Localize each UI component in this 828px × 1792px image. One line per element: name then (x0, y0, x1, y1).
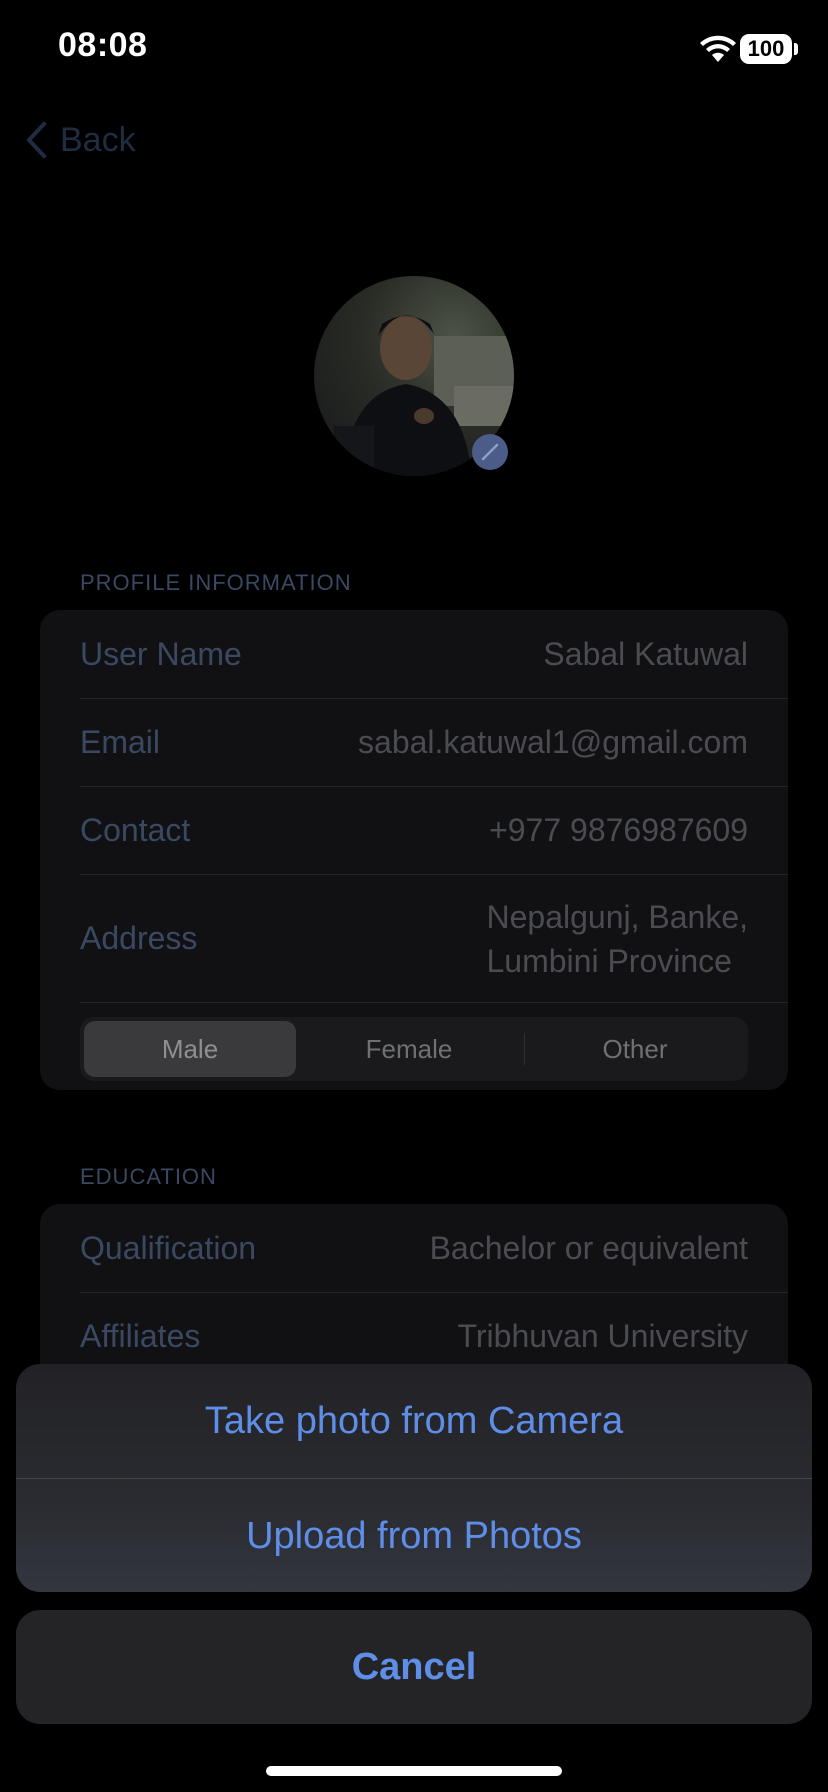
address-row[interactable]: Address Nepalgunj, Banke, Lumbini Provin… (80, 875, 788, 1002)
edit-photo-button[interactable] (472, 434, 508, 470)
battery-tip (794, 43, 798, 55)
chevron-left-icon (27, 122, 46, 158)
affiliates-value: Tribhuvan University (457, 1318, 748, 1354)
email-value: sabal.katuwal1@gmail.com (358, 724, 748, 760)
qualification-row[interactable]: Qualification Bachelor or equivalent (80, 1204, 788, 1292)
email-label: Email (80, 724, 161, 760)
username-row[interactable]: User Name Sabal Katuwal (80, 610, 788, 698)
gender-option-female[interactable]: Female (298, 1021, 520, 1077)
address-line-1: Nepalgunj, Banke, (486, 898, 748, 935)
back-label: Back (60, 120, 136, 159)
home-indicator (266, 1766, 562, 1776)
qualification-value: Bachelor or equivalent (429, 1229, 748, 1266)
username-label: User Name (80, 635, 242, 672)
username-value: Sabal Katuwal (543, 635, 748, 672)
photo-action-sheet: Take photo from Camera Upload from Photo… (16, 1364, 812, 1592)
profile-section-header: PROFILE INFORMATION (80, 570, 352, 595)
cancel-button[interactable]: Cancel (16, 1610, 812, 1724)
upload-photos-button[interactable]: Upload from Photos (16, 1479, 812, 1592)
divider (80, 1002, 788, 1003)
gender-option-male[interactable]: Male (84, 1021, 296, 1077)
address-value: Nepalgunj, Banke, Lumbini Province (486, 895, 748, 983)
back-button[interactable]: Back (24, 118, 136, 162)
qualification-label: Qualification (80, 1229, 257, 1266)
battery-indicator: 100 (740, 34, 792, 64)
status-time: 08:08 (58, 26, 148, 64)
gender-segmented-control: Male Female Other (80, 1017, 748, 1081)
address-line-2: Lumbini Province (486, 942, 732, 979)
address-label: Address (80, 920, 198, 956)
affiliates-label: Affiliates (80, 1318, 201, 1354)
segment-divider (524, 1033, 525, 1065)
email-row[interactable]: Email sabal.katuwal1@gmail.com (80, 699, 788, 786)
contact-value: +977 9876987609 (489, 812, 748, 848)
contact-row[interactable]: Contact +977 9876987609 (80, 787, 788, 874)
gender-option-other[interactable]: Other (526, 1021, 744, 1077)
education-section-header: EDUCATION (80, 1164, 217, 1189)
take-photo-button[interactable]: Take photo from Camera (16, 1364, 812, 1478)
pencil-icon (481, 443, 499, 461)
contact-label: Contact (80, 812, 191, 848)
wifi-icon (700, 35, 736, 62)
profile-card: User Name Sabal Katuwal Email sabal.katu… (40, 610, 788, 1090)
